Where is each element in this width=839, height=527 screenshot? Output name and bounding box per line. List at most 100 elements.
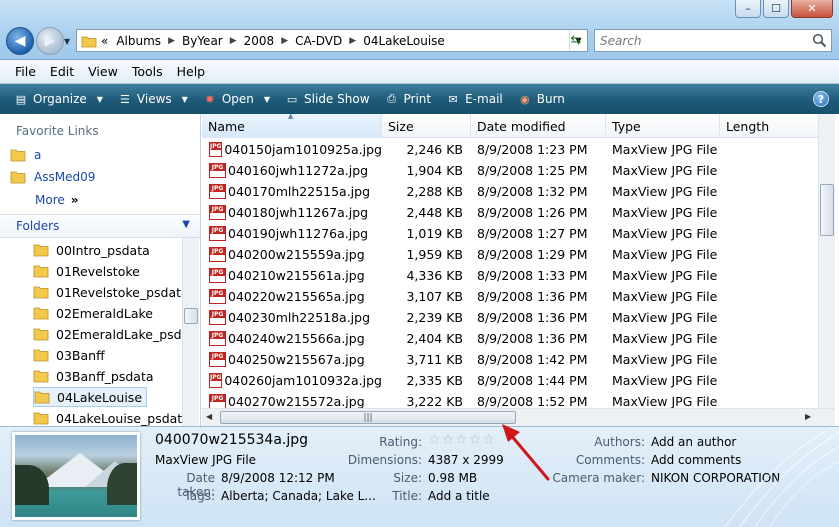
star-icon[interactable]: ☆ bbox=[442, 432, 455, 448]
table-row[interactable]: 040270w215572a.jpg 3,222 KB 8/9/2008 1:52 … bbox=[202, 391, 818, 408]
table-row[interactable]: 040200w215559a.jpg 1,959 KB 8/9/2008 1:29 … bbox=[202, 244, 818, 265]
table-row[interactable]: 040210w215561a.jpg 4,336 KB 8/9/2008 1:33 … bbox=[202, 265, 818, 286]
tree-item-03banff-psdata[interactable]: 03Banff_psdata bbox=[33, 366, 154, 386]
search-icon[interactable] bbox=[812, 33, 827, 48]
menu-help[interactable]: Help bbox=[170, 64, 213, 79]
title-value[interactable]: Add a title bbox=[428, 489, 490, 503]
more-links-button[interactable]: More » bbox=[35, 193, 79, 207]
recent-pages-dropdown[interactable]: ▼ bbox=[64, 37, 70, 46]
open-button[interactable]: ✸ Open ▼ bbox=[195, 92, 277, 106]
table-row[interactable]: 040250w215567a.jpg 3,711 KB 8/9/2008 1:42 … bbox=[202, 349, 818, 370]
star-icon[interactable]: ☆ bbox=[428, 432, 441, 448]
burn-button[interactable]: ◉ Burn bbox=[510, 92, 572, 106]
scrollbar-thumb[interactable] bbox=[184, 308, 198, 324]
tree-item-00intro-psdata[interactable]: 00Intro_psdata bbox=[33, 240, 150, 260]
scrollbar-thumb[interactable]: ||| bbox=[220, 411, 516, 424]
favorite-link-a[interactable]: a bbox=[10, 148, 41, 162]
table-row[interactable]: 040160jwh11272a.jpg 1,904 KB 8/9/2008 1:25… bbox=[202, 160, 818, 181]
file-name-cell[interactable]: 040250w215567a.jpg bbox=[202, 352, 382, 367]
menu-tools[interactable]: Tools bbox=[125, 64, 170, 79]
file-date-cell: 8/9/2008 1:27 PM bbox=[477, 226, 588, 241]
maximize-button[interactable]: ☐ bbox=[763, 0, 789, 18]
column-header-name[interactable]: ▲ Name bbox=[202, 112, 382, 138]
refresh-icon: ⇆ bbox=[570, 33, 582, 48]
tree-item-01revelstoke[interactable]: 01Revelstoke bbox=[33, 261, 140, 281]
column-header-type[interactable]: Type bbox=[606, 114, 720, 138]
email-button[interactable]: ✉ E-mail bbox=[438, 92, 510, 106]
star-icon[interactable]: ☆ bbox=[469, 432, 482, 448]
search-input[interactable]: Search bbox=[594, 29, 832, 52]
table-row[interactable]: 040180jwh11267a.jpg 2,448 KB 8/9/2008 1:26… bbox=[202, 202, 818, 223]
breadcrumb-separator-icon[interactable]: ▶ bbox=[346, 36, 359, 46]
breadcrumb-04lakelouise[interactable]: 04LakeLouise bbox=[359, 34, 449, 48]
tree-item-03banff[interactable]: 03Banff bbox=[33, 345, 105, 365]
table-row[interactable]: 040260jam1010932a.jpg 2,335 KB 8/9/2008 1:… bbox=[202, 370, 818, 391]
breadcrumb-separator-icon[interactable]: ▶ bbox=[278, 36, 291, 46]
breadcrumb-albums[interactable]: Albums bbox=[112, 34, 165, 48]
scroll-left-icon[interactable]: ◀ bbox=[206, 412, 212, 421]
file-name-cell[interactable]: 040170mlh22515a.jpg bbox=[202, 184, 382, 199]
close-button[interactable]: ✕ bbox=[791, 0, 833, 18]
file-name-cell[interactable]: 040150jam1010925a.jpg bbox=[202, 142, 382, 157]
file-name-cell[interactable]: 040220w215565a.jpg bbox=[202, 289, 382, 304]
file-list-vertical-scrollbar[interactable] bbox=[818, 114, 835, 408]
slideshow-button[interactable]: ▭ Slide Show bbox=[277, 92, 376, 106]
views-button[interactable]: ☰ Views ▼ bbox=[110, 92, 195, 106]
scroll-right-icon[interactable]: ▶ bbox=[805, 412, 811, 421]
column-header-size[interactable]: Size bbox=[382, 114, 471, 138]
organize-button[interactable]: ▤ Organize ▼ bbox=[6, 92, 110, 106]
table-row[interactable]: 040220w215565a.jpg 3,107 KB 8/9/2008 1:36 … bbox=[202, 286, 818, 307]
print-button[interactable]: ⎙ Print bbox=[377, 92, 439, 106]
file-name-cell[interactable]: 040260jam1010932a.jpg bbox=[202, 373, 382, 388]
column-header-date-modified[interactable]: Date modified bbox=[471, 114, 606, 138]
breadcrumb-separator-icon[interactable]: ▶ bbox=[227, 36, 240, 46]
menu-edit[interactable]: Edit bbox=[43, 64, 81, 79]
breadcrumb-overflow[interactable]: « bbox=[97, 34, 112, 48]
breadcrumb-byyear[interactable]: ByYear bbox=[178, 34, 227, 48]
tree-item-02emeraldlake[interactable]: 02EmeraldLake bbox=[33, 303, 153, 323]
table-row[interactable]: 040170mlh22515a.jpg 2,288 KB 8/9/2008 1:32… bbox=[202, 181, 818, 202]
refresh-button[interactable]: ⇆ bbox=[564, 29, 588, 52]
tree-item-02emeraldlake-psdata[interactable]: 02EmeraldLake_psdata bbox=[33, 324, 182, 344]
forward-button[interactable]: ▶ bbox=[36, 27, 64, 55]
file-name-cell[interactable]: 040230mlh22518a.jpg bbox=[202, 310, 382, 325]
scrollbar-thumb[interactable] bbox=[820, 184, 834, 236]
breadcrumb-ca-dvd[interactable]: CA-DVD bbox=[291, 34, 346, 48]
tree-item-01revelstoke-psdata[interactable]: 01Revelstoke_psdata bbox=[33, 282, 182, 302]
table-row[interactable]: 040150jam1010925a.jpg 2,246 KB 8/9/2008 1:… bbox=[202, 139, 818, 160]
address-bar[interactable]: « Albums ▶ ByYear ▶ 2008 ▶ CA-DVD ▶ 04La… bbox=[76, 29, 588, 52]
table-row[interactable]: 040230mlh22518a.jpg 2,239 KB 8/9/2008 1:36… bbox=[202, 307, 818, 328]
file-name-cell[interactable]: 040200w215559a.jpg bbox=[202, 247, 382, 262]
help-button[interactable]: ? bbox=[813, 91, 829, 107]
favorite-link-assmed09[interactable]: AssMed09 bbox=[10, 170, 95, 184]
back-button[interactable]: ◀ bbox=[6, 27, 34, 55]
tree-item-label: 02EmeraldLake bbox=[56, 305, 153, 321]
tree-item-04lakelouise[interactable]: 04LakeLouise bbox=[33, 387, 148, 407]
file-name-cell[interactable]: 040160jwh11272a.jpg bbox=[202, 163, 382, 178]
file-date-cell: 8/9/2008 1:52 PM bbox=[477, 394, 588, 408]
minimize-button[interactable]: – bbox=[735, 0, 761, 18]
file-name-cell[interactable]: 040270w215572a.jpg bbox=[202, 394, 382, 408]
file-name-cell[interactable]: 040240w215566a.jpg bbox=[202, 331, 382, 346]
date-taken-value[interactable]: 8/9/2008 12:12 PM bbox=[221, 471, 335, 485]
file-name-cell[interactable]: 040210w215561a.jpg bbox=[202, 268, 382, 283]
tree-item-label: 04LakeLouise_psdata bbox=[56, 410, 182, 426]
star-icon[interactable]: ☆ bbox=[482, 432, 495, 448]
file-type-cell: MaxView JPG File bbox=[612, 331, 718, 346]
rating-stars[interactable]: ☆ ☆ ☆ ☆ ☆ bbox=[428, 432, 495, 448]
file-name-cell[interactable]: 040180jwh11267a.jpg bbox=[202, 205, 382, 220]
menu-file[interactable]: File bbox=[8, 64, 43, 79]
file-name-cell[interactable]: 040190jwh11276a.jpg bbox=[202, 226, 382, 241]
folder-tree-scrollbar[interactable] bbox=[182, 238, 199, 426]
table-row[interactable]: 040190jwh11276a.jpg 1,019 KB 8/9/2008 1:27… bbox=[202, 223, 818, 244]
star-icon[interactable]: ☆ bbox=[455, 432, 468, 448]
table-row[interactable]: 040240w215566a.jpg 2,404 KB 8/9/2008 1:36 … bbox=[202, 328, 818, 349]
column-header-length[interactable]: Length bbox=[720, 114, 818, 138]
folders-header[interactable]: Folders ▼ bbox=[0, 214, 200, 238]
breadcrumb-2008[interactable]: 2008 bbox=[240, 34, 279, 48]
chevron-down-icon[interactable]: ▼ bbox=[182, 219, 190, 230]
image-thumbnail[interactable] bbox=[12, 432, 140, 520]
menu-view[interactable]: View bbox=[81, 64, 125, 79]
tree-item-04lakelouise-psdata[interactable]: 04LakeLouise_psdata bbox=[33, 408, 182, 426]
breadcrumb-separator-icon[interactable]: ▶ bbox=[165, 36, 178, 46]
